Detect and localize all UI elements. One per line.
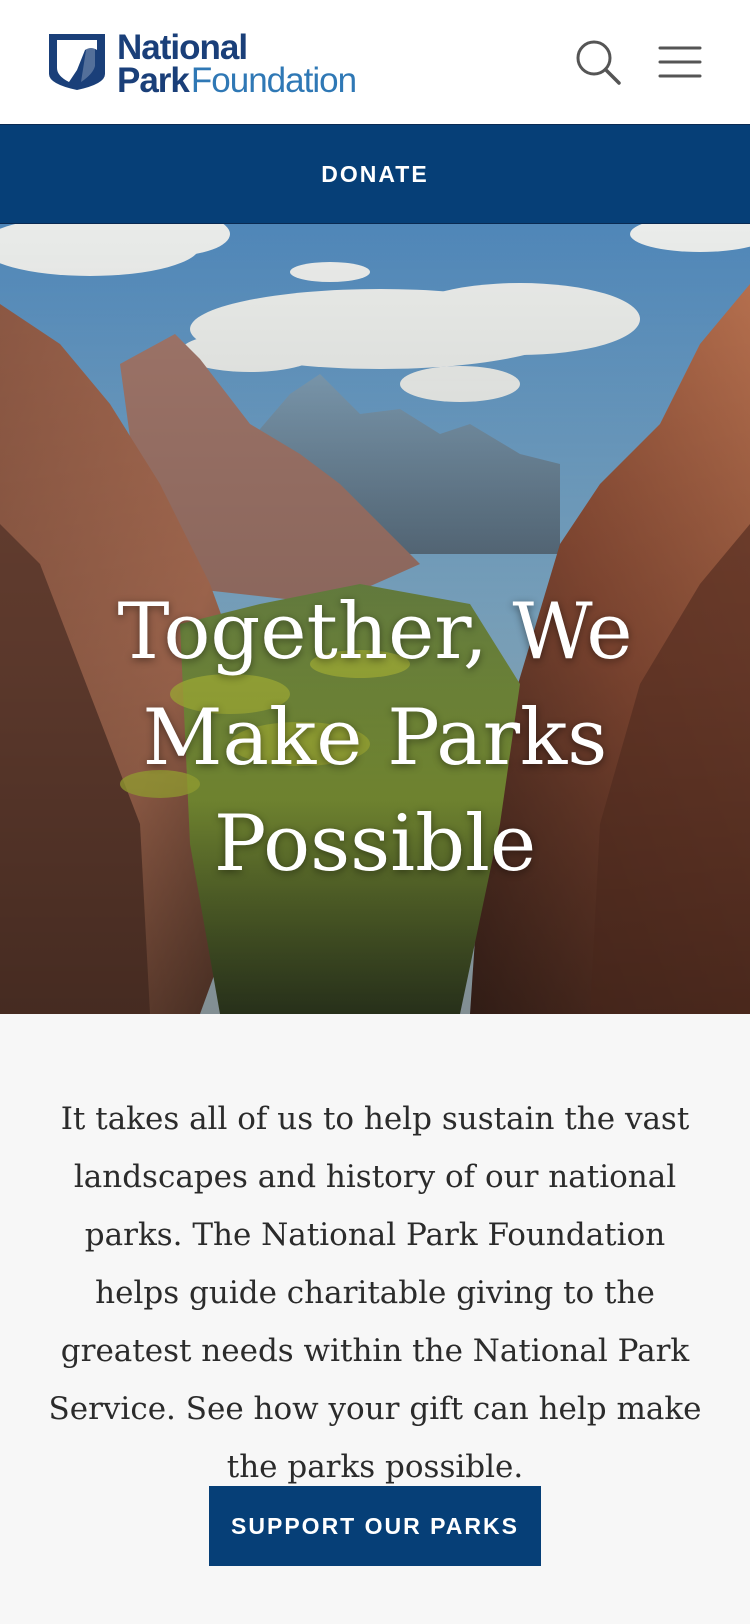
search-icon[interactable] bbox=[574, 38, 622, 86]
logo-text-national: National bbox=[117, 28, 248, 67]
support-our-parks-button[interactable]: SUPPORT OUR PARKS bbox=[209, 1486, 541, 1566]
logo-text-park: Park bbox=[117, 61, 190, 100]
nps-foundation-logo[interactable]: National ParkFoundation bbox=[47, 28, 387, 98]
donate-label: DONATE bbox=[321, 160, 429, 187]
hero-title: Together, We Make Parks Possible bbox=[117, 587, 633, 889]
hero-banner: Together, We Make Parks Possible bbox=[0, 224, 750, 1014]
site-header: National ParkFoundation bbox=[0, 0, 750, 124]
intro-paragraph: It takes all of us to help sustain the v… bbox=[48, 1101, 702, 1485]
hamburger-menu-icon[interactable] bbox=[656, 38, 704, 86]
arrowhead-logo-icon bbox=[49, 34, 105, 90]
donate-button[interactable]: DONATE bbox=[0, 124, 750, 224]
logo-text-foundation: Foundation bbox=[190, 61, 357, 100]
